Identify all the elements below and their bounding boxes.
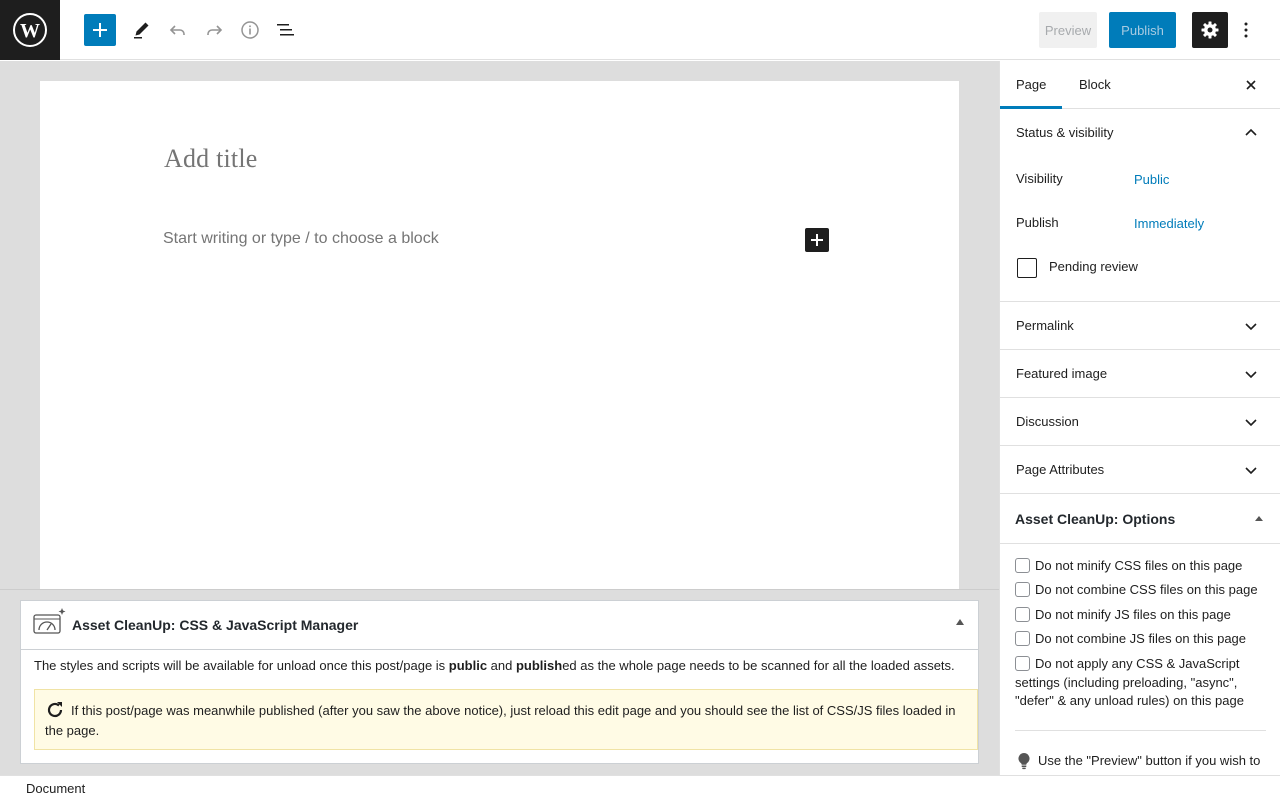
wordpress-icon: W	[13, 13, 47, 47]
default-block-appender[interactable]: Start writing or type / to choose a bloc…	[163, 230, 439, 248]
more-options-button[interactable]	[1236, 14, 1256, 46]
panel-title: Discussion	[1016, 414, 1079, 429]
visibility-toggle[interactable]: Public	[1134, 172, 1169, 187]
undo-icon	[169, 25, 185, 35]
panel-page-attributes-header[interactable]: Page Attributes	[1000, 446, 1280, 494]
metabox-title: Asset CleanUp: CSS & JavaScript Manager	[72, 617, 359, 633]
chevron-up-icon	[1245, 128, 1257, 136]
post-title-input[interactable]: Add title	[164, 144, 258, 174]
panel-title: Featured image	[1016, 366, 1108, 381]
panel-permalink-header[interactable]: Permalink	[1000, 302, 1280, 350]
chevron-down-icon	[1245, 467, 1257, 475]
editor-header: W Preview Publish	[0, 0, 1280, 60]
publish-label: Publish	[1016, 215, 1059, 230]
panel-featured-image-header[interactable]: Featured image	[1000, 350, 1280, 398]
notice-text: ed as the whole page needs to be scanned…	[562, 658, 955, 673]
inline-add-block-button[interactable]	[805, 228, 829, 252]
kebab-icon	[1244, 22, 1248, 38]
gear-icon	[1201, 21, 1219, 39]
option-checkbox-no-combine-js[interactable]	[1015, 631, 1030, 646]
preview-button[interactable]: Preview	[1039, 12, 1097, 48]
breadcrumb-document[interactable]: Document	[26, 781, 85, 796]
panel-discussion-header[interactable]: Discussion	[1000, 398, 1280, 446]
preview-tip-text: Use the "Preview" button if you wish to	[1038, 753, 1261, 768]
sidebar-tabs: Page Block	[1000, 61, 1280, 109]
redo-button[interactable]	[198, 14, 230, 46]
chevron-down-icon	[1245, 371, 1257, 379]
notice-text: and	[487, 658, 516, 673]
close-icon[interactable]	[1243, 77, 1259, 93]
notice-bold-public: public	[448, 658, 488, 673]
notice-bold-publish: publish	[515, 658, 563, 673]
speedometer-icon	[33, 608, 66, 634]
publish-button[interactable]: Publish	[1109, 12, 1176, 48]
option-label[interactable]: Do not minify CSS files on this page	[1035, 557, 1280, 576]
metabox-notice: The styles and scripts will be available…	[34, 658, 955, 673]
toggle-arrow-icon[interactable]	[1255, 516, 1263, 521]
notice-text: The styles and scripts will be available…	[34, 658, 449, 673]
panel-status-visibility-header[interactable]: Status & visibility	[1000, 109, 1280, 157]
option-checkbox-no-minify-js[interactable]	[1015, 607, 1030, 622]
panel-title: Status & visibility	[1016, 125, 1114, 140]
lightbulb-icon	[1018, 752, 1030, 770]
tab-page[interactable]: Page	[1016, 77, 1046, 92]
list-view-icon	[277, 24, 294, 36]
asset-cleanup-metabox: Asset CleanUp: CSS & JavaScript Manager …	[20, 600, 979, 764]
info-icon	[241, 21, 259, 39]
reload-warning-text: If this post/page was meanwhile publishe…	[45, 703, 956, 738]
option-label[interactable]: Do not combine CSS files on this page	[1035, 581, 1280, 600]
details-button[interactable]	[234, 14, 266, 46]
asset-cleanup-options-title: Asset CleanUp: Options	[1015, 511, 1176, 527]
redo-icon	[207, 25, 223, 35]
option-checkbox-no-minify-css[interactable]	[1015, 558, 1030, 573]
undo-button[interactable]	[162, 14, 194, 46]
settings-sidebar: Page Block Status & visibility Visibilit…	[999, 61, 1280, 775]
block-breadcrumb-bar: Document	[0, 775, 1280, 800]
wordpress-logo-button[interactable]: W	[0, 0, 60, 60]
panel-title: Permalink	[1016, 318, 1074, 333]
metabox-toggle-arrow-icon[interactable]	[956, 619, 964, 625]
plus-icon	[93, 23, 107, 37]
pencil-icon	[134, 22, 149, 39]
add-block-button[interactable]	[84, 14, 116, 46]
option-checkbox-no-combine-css[interactable]	[1015, 582, 1030, 597]
settings-button[interactable]	[1192, 12, 1228, 48]
publish-date-toggle[interactable]: Immediately	[1134, 216, 1204, 231]
visibility-label: Visibility	[1016, 171, 1063, 186]
tools-button[interactable]	[126, 14, 158, 46]
pending-review-label[interactable]: Pending review	[1049, 259, 1138, 274]
reload-warning: If this post/page was meanwhile publishe…	[34, 689, 978, 750]
chevron-down-icon	[1245, 419, 1257, 427]
asset-cleanup-options-header[interactable]: Asset CleanUp: Options	[1000, 494, 1280, 544]
divider	[1015, 730, 1266, 731]
chevron-down-icon	[1245, 323, 1257, 331]
option-label[interactable]: Do not combine JS files on this page	[1035, 630, 1280, 649]
metabox-header[interactable]: Asset CleanUp: CSS & JavaScript Manager	[21, 601, 978, 650]
option-label[interactable]: Do not apply any CSS & JavaScript settin…	[1015, 655, 1270, 711]
list-view-button[interactable]	[270, 14, 302, 46]
svg-text:W: W	[20, 20, 40, 42]
plus-icon	[811, 234, 823, 246]
panel-title: Page Attributes	[1016, 462, 1105, 477]
pending-review-checkbox[interactable]	[1017, 258, 1037, 278]
option-label[interactable]: Do not minify JS files on this page	[1035, 606, 1280, 625]
tab-block[interactable]: Block	[1079, 77, 1111, 92]
